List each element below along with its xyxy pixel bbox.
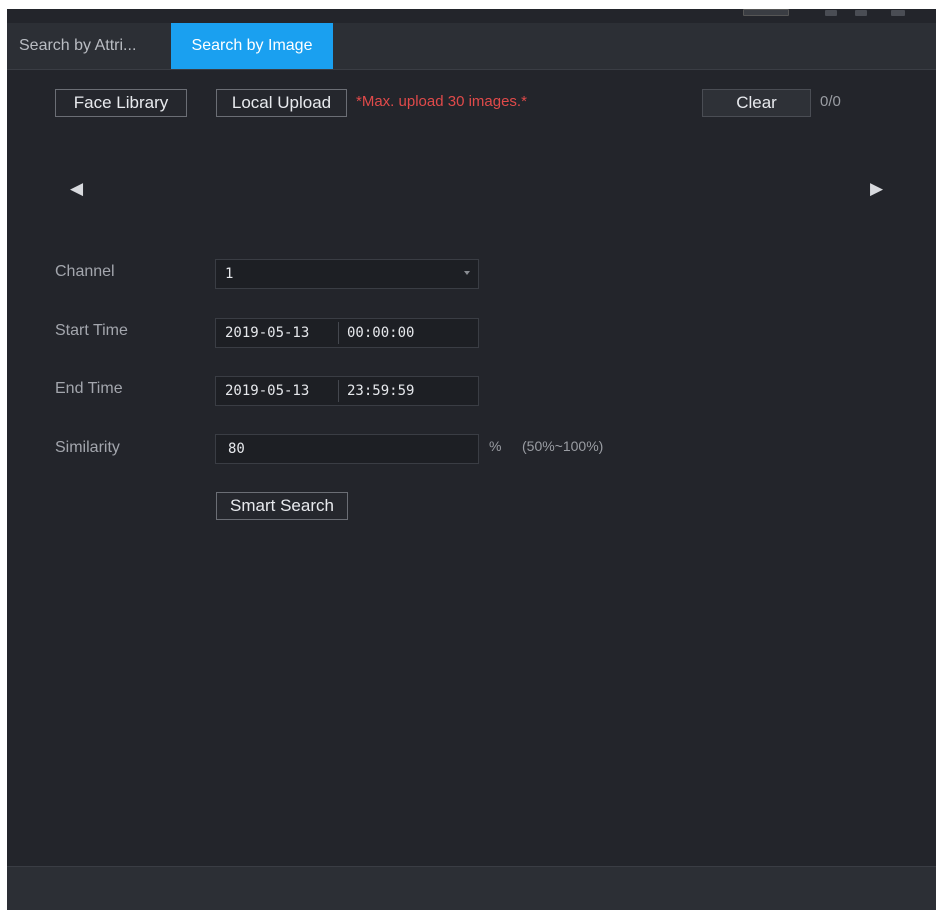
tab-bar: Search by Attri... Search by Image bbox=[7, 23, 936, 70]
start-time-label: Start Time bbox=[55, 322, 128, 339]
start-time-value[interactable]: 00:00:00 bbox=[338, 319, 414, 347]
search-window: Search by Attri... Search by Image Face … bbox=[7, 9, 936, 910]
maximize-icon[interactable] bbox=[855, 10, 867, 16]
end-time-value[interactable]: 23:59:59 bbox=[338, 377, 414, 405]
upload-limit-hint: *Max. upload 30 images.* bbox=[356, 93, 527, 110]
local-upload-button[interactable]: Local Upload bbox=[216, 89, 347, 117]
start-date-value[interactable]: 2019-05-13 bbox=[216, 319, 309, 347]
close-icon[interactable] bbox=[891, 10, 905, 16]
dropdown-caret-icon bbox=[464, 271, 470, 275]
channel-value: 1 bbox=[225, 266, 234, 282]
window-control[interactable] bbox=[743, 9, 789, 16]
image-count: 0/0 bbox=[820, 93, 841, 110]
tab-search-by-image[interactable]: Search by Image bbox=[171, 23, 333, 69]
bottom-bar bbox=[7, 866, 936, 910]
similarity-label: Similarity bbox=[55, 439, 120, 456]
title-strip bbox=[7, 9, 936, 23]
channel-select[interactable]: 1 bbox=[215, 259, 479, 289]
next-arrow-icon[interactable]: ▶ bbox=[870, 179, 883, 199]
similarity-unit: % bbox=[489, 438, 502, 454]
end-time-field[interactable]: 2019-05-13 23:59:59 bbox=[215, 376, 479, 406]
tab-search-by-attributes[interactable]: Search by Attri... bbox=[9, 23, 169, 69]
previous-arrow-icon[interactable]: ◀ bbox=[70, 179, 83, 199]
end-date-value[interactable]: 2019-05-13 bbox=[216, 377, 309, 405]
start-time-field[interactable]: 2019-05-13 00:00:00 bbox=[215, 318, 479, 348]
similarity-value: 80 bbox=[228, 441, 245, 457]
smart-search-button[interactable]: Smart Search bbox=[216, 492, 348, 520]
face-library-button[interactable]: Face Library bbox=[55, 89, 187, 117]
similarity-input[interactable]: 80 bbox=[215, 434, 479, 464]
minimize-icon[interactable] bbox=[825, 10, 837, 16]
end-time-label: End Time bbox=[55, 380, 123, 397]
channel-label: Channel bbox=[55, 263, 115, 280]
clear-button[interactable]: Clear bbox=[702, 89, 811, 117]
similarity-range-hint: (50%~100%) bbox=[522, 438, 604, 454]
